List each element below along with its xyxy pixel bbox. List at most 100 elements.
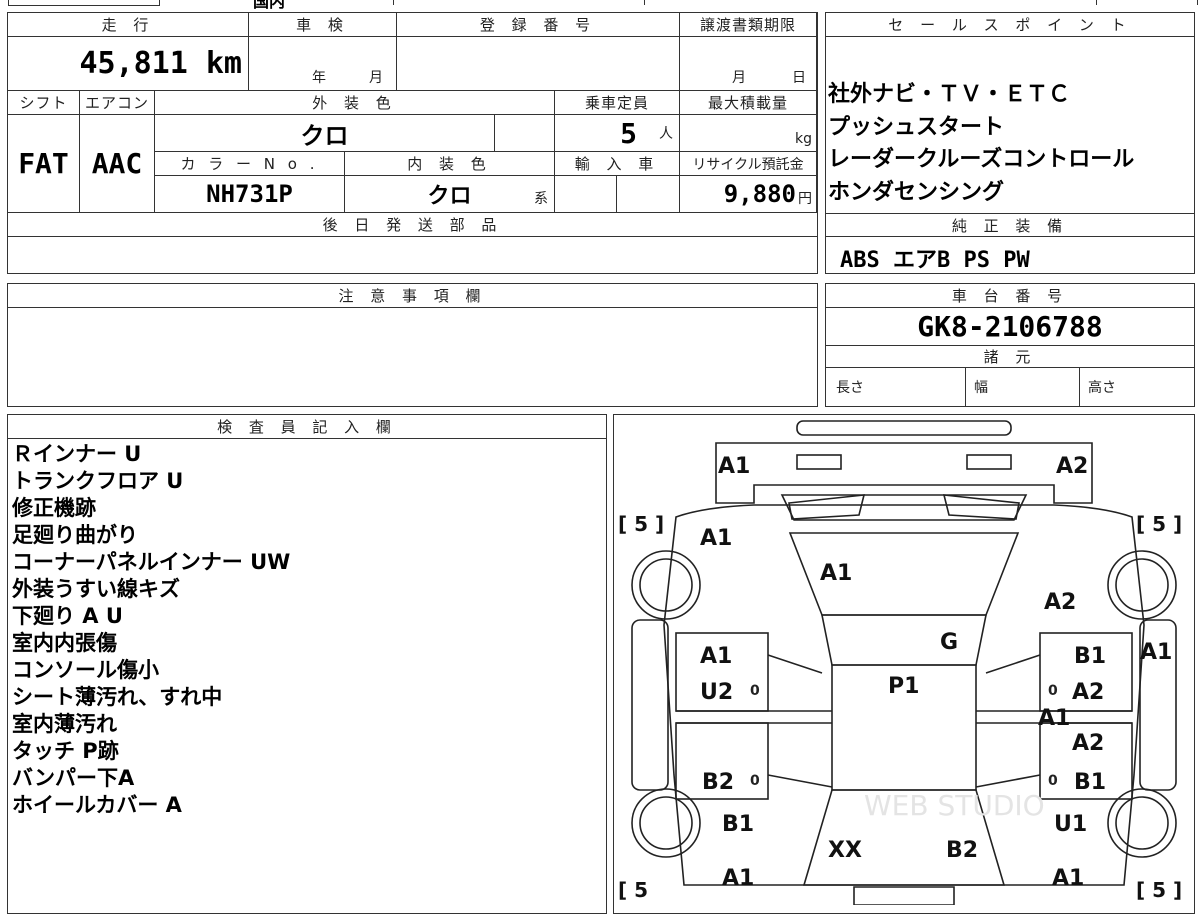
mark-side-right: A1 bbox=[1140, 640, 1172, 665]
capacity-value: 5 bbox=[620, 116, 637, 150]
int-color-suffix: 系 bbox=[534, 191, 548, 207]
shaken-year-label: 年 bbox=[312, 70, 326, 86]
shaken-cell: 年 月 bbox=[249, 37, 397, 91]
capacity-cell: 5 人 bbox=[555, 115, 680, 152]
header-capacity: 乗車定員 bbox=[555, 91, 680, 115]
top-strip: 国内 bbox=[8, 0, 1198, 11]
header-int-color: 内 装 色 bbox=[345, 152, 555, 176]
color-no-cell: NH731P bbox=[155, 176, 345, 213]
header-mileage: 走 行 bbox=[8, 13, 249, 37]
chassis-box: 車 台 番 号 GK8-2106788 諸 元 長さ 幅 高さ bbox=[825, 283, 1195, 407]
int-color-cell: クロ 系 bbox=[345, 176, 555, 213]
shift-value: FAT bbox=[18, 147, 69, 180]
transfer-cell: 月 日 bbox=[680, 37, 817, 91]
mark-windshield: XX bbox=[828, 838, 862, 863]
capacity-unit: 人 bbox=[659, 126, 673, 142]
length-cell: 長さ bbox=[826, 368, 966, 406]
inspector-line: シート薄汚れ、すれ中 bbox=[12, 685, 223, 709]
mark-roof-g: G bbox=[940, 630, 958, 655]
mileage-value: 45,811 km bbox=[79, 46, 242, 81]
mark-sill-right: A1 bbox=[1038, 706, 1070, 731]
mark-roof: P1 bbox=[888, 674, 919, 699]
tire-rating-left-top: [ 5 ] bbox=[618, 512, 664, 536]
sales-header: セ ー ル ス ポ イ ン ト bbox=[826, 13, 1194, 37]
reg-no-cell bbox=[397, 37, 680, 91]
genuine-header: 純 正 装 備 bbox=[826, 213, 1194, 237]
width-cell: 幅 bbox=[966, 368, 1080, 406]
ext-color-cell: クロ bbox=[155, 115, 495, 152]
notes-box: 注 意 事 項 欄 bbox=[7, 283, 818, 407]
inspector-line: コンソール傷小 bbox=[12, 658, 159, 682]
height-label: 高さ bbox=[1088, 380, 1116, 396]
inspector-header: 検 査 員 記 入 欄 bbox=[8, 415, 606, 439]
sales-point: プッシュスタート bbox=[828, 114, 1005, 140]
header-ext-color: 外 装 色 bbox=[155, 91, 555, 115]
inspector-lines: Ｒインナー U トランクフロア U 修正機跡 足廻り曲がり コーナーパネルインナ… bbox=[12, 441, 290, 819]
recycle-unit: 円 bbox=[798, 191, 812, 207]
mark-quarter-left: A1 bbox=[700, 526, 732, 551]
load-unit: kg bbox=[795, 131, 812, 147]
inspector-line: バンパー下A bbox=[12, 766, 135, 790]
inspector-line: トランクフロア U bbox=[12, 469, 184, 493]
tire-rating-right-bottom: [ 5 ] bbox=[1136, 878, 1182, 902]
mark-front-door-right2: B1 bbox=[1074, 770, 1106, 795]
ext-color-extra-cell bbox=[495, 115, 555, 152]
height-cell: 高さ bbox=[1080, 368, 1194, 406]
inspector-line: Ｒインナー U bbox=[12, 442, 142, 466]
watermark: WEB STUDIO bbox=[864, 789, 1045, 822]
mark-rear-right: A2 bbox=[1056, 454, 1088, 479]
length-label: 長さ bbox=[836, 380, 864, 396]
svg-text:0: 0 bbox=[750, 683, 760, 699]
tire-rating-left-bottom: [ 5 bbox=[618, 878, 648, 902]
mileage-cell: 45,811 km bbox=[8, 37, 249, 91]
mark-fender-right: U1 bbox=[1054, 812, 1087, 837]
max-load-cell: kg bbox=[680, 115, 817, 152]
sales-point: 社外ナビ・ＴＶ・ＥＴＣ bbox=[828, 82, 1071, 107]
transfer-day-label: 日 bbox=[792, 70, 806, 86]
spec-table: 走 行 車 検 登 録 番 号 譲渡書類期限 45,811 km 年 月 月 日… bbox=[7, 12, 818, 274]
car-diagram: 00 00 [ 5 ] [ 5 ] [ 5 [ 5 ] A1 A2 A1 A1 … bbox=[618, 420, 1182, 905]
top-strip-text: 国内 bbox=[253, 0, 286, 11]
notes-header: 注 意 事 項 欄 bbox=[8, 284, 817, 308]
mark-hood: B2 bbox=[946, 838, 978, 863]
mark-front-door-right: A2 bbox=[1072, 731, 1104, 756]
recycle-value: 9,880 bbox=[723, 180, 796, 208]
aircon-cell: AAC bbox=[80, 115, 155, 213]
aircon-value: AAC bbox=[91, 147, 143, 180]
mark-rear-door-right: B1 bbox=[1074, 644, 1106, 669]
mark-rear-door-right2: A2 bbox=[1072, 680, 1104, 705]
inspector-line: 室内内張傷 bbox=[12, 631, 117, 655]
chassis-value-cell: GK8-2106788 bbox=[826, 308, 1194, 346]
inspector-line: コーナーパネルインナー UW bbox=[12, 550, 291, 574]
header-color-no: カ ラ ー N o . bbox=[155, 152, 345, 176]
int-color-value: クロ bbox=[427, 184, 472, 209]
chassis-value: GK8-2106788 bbox=[917, 310, 1103, 343]
svg-text:0: 0 bbox=[1048, 683, 1058, 699]
inspector-line: ホイールカバー A bbox=[12, 793, 182, 817]
mark-fender-left: B1 bbox=[722, 812, 754, 837]
inspector-box: 検 査 員 記 入 欄 Ｒインナー U トランクフロア U 修正機跡 足廻り曲が… bbox=[7, 414, 607, 914]
mark-rear-glass: A1 bbox=[820, 561, 852, 586]
header-recycle: リサイクル預託金 bbox=[680, 152, 817, 176]
mark-front-right: A1 bbox=[1052, 866, 1084, 891]
sales-point: レーダークルーズコントロール bbox=[828, 147, 1135, 172]
header-max-load: 最大積載量 bbox=[680, 91, 817, 115]
transfer-month-label: 月 bbox=[732, 70, 746, 86]
header-reg-no: 登 録 番 号 bbox=[397, 13, 680, 37]
tire-rating-right-top: [ 5 ] bbox=[1136, 512, 1182, 536]
mark-quarter-right: A2 bbox=[1044, 590, 1076, 615]
shaken-month-label: 月 bbox=[369, 70, 383, 86]
mark-front-left: A1 bbox=[722, 866, 754, 891]
header-transfer: 譲渡書類期限 bbox=[680, 13, 817, 37]
inspector-line: 外装うすい線キズ bbox=[12, 577, 180, 601]
specs-header: 諸 元 bbox=[826, 346, 1194, 368]
color-no-value: NH731P bbox=[206, 180, 293, 208]
svg-text:0: 0 bbox=[750, 773, 760, 789]
mark-front-door-left: B2 bbox=[702, 770, 734, 795]
inspector-line: 修正機跡 bbox=[12, 496, 96, 520]
shift-cell: FAT bbox=[8, 115, 80, 213]
header-shift: シフト bbox=[8, 91, 80, 115]
inspector-line: 下廻り A U bbox=[12, 604, 123, 628]
inspector-line: タッチ P跡 bbox=[12, 739, 119, 763]
header-later-parts: 後 日 発 送 部 品 bbox=[8, 213, 817, 237]
